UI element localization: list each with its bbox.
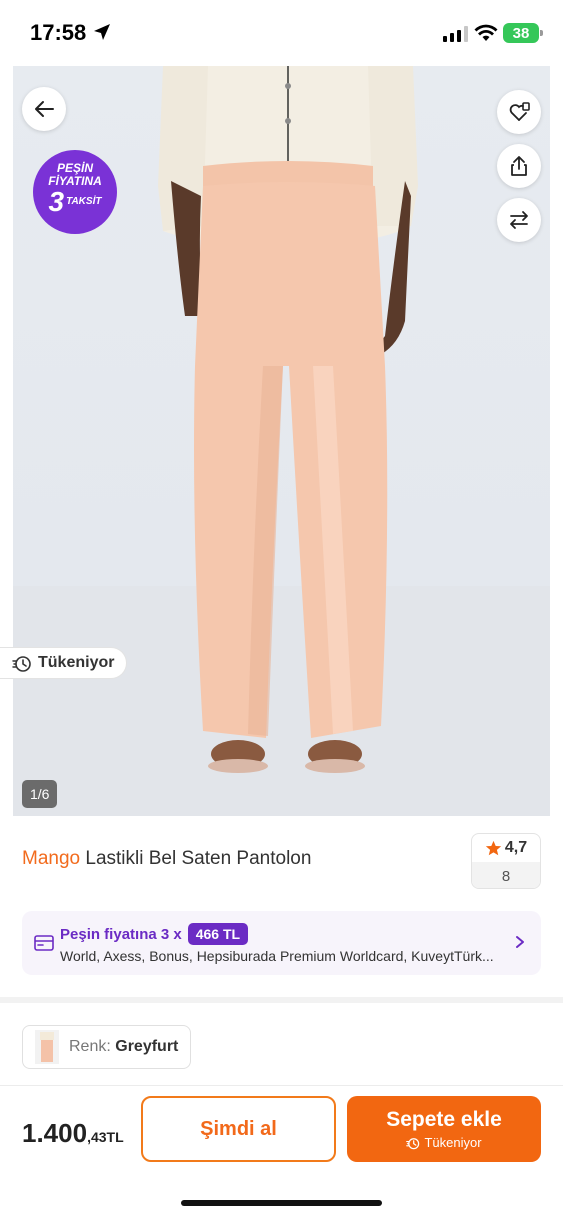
promo-number: 3 bbox=[48, 186, 65, 217]
add-to-cart-stock: Tükeniyor bbox=[424, 1135, 482, 1150]
compare-icon bbox=[510, 211, 528, 229]
color-selector[interactable]: Renk: Greyfurt bbox=[22, 1025, 191, 1069]
installment-banks: World, Axess, Bonus, Hepsiburada Premium… bbox=[60, 948, 494, 964]
add-to-favorites-button[interactable] bbox=[497, 90, 541, 134]
star-icon bbox=[485, 840, 502, 855]
price-main: 1.400 bbox=[22, 1118, 88, 1148]
compare-button[interactable] bbox=[497, 198, 541, 242]
status-bar: 17:58 38 bbox=[0, 0, 563, 66]
installment-label: Peşin fiyatına 3 x bbox=[60, 925, 182, 943]
share-icon bbox=[511, 156, 527, 176]
low-stock-chip: Tükeniyor bbox=[0, 647, 128, 679]
color-thumbnail bbox=[35, 1030, 59, 1064]
color-label: Renk: bbox=[69, 1038, 111, 1055]
add-to-cart-label: Sepete ekle bbox=[386, 1108, 502, 1131]
back-arrow-icon bbox=[35, 101, 54, 117]
product-title: Mango Lastikli Bel Saten Pantolon bbox=[22, 848, 311, 870]
wifi-icon bbox=[474, 24, 498, 41]
heart-plus-icon bbox=[509, 102, 530, 121]
installment-amount: 466 TL bbox=[187, 923, 249, 945]
battery-indicator: 38 bbox=[503, 23, 543, 43]
review-count: 8 bbox=[472, 862, 540, 888]
signal-icon bbox=[443, 26, 468, 42]
section-divider bbox=[0, 997, 563, 1003]
installment-promo-badge: PEŞİN FİYATINA 3 TAKSİT bbox=[33, 150, 117, 234]
share-button[interactable] bbox=[497, 144, 541, 188]
card-icon bbox=[34, 935, 54, 951]
stopwatch-icon bbox=[406, 1137, 420, 1149]
brand-link[interactable]: Mango bbox=[22, 848, 80, 869]
add-to-cart-button[interactable]: Sepete ekle Tükeniyor bbox=[347, 1096, 541, 1162]
status-time: 17:58 bbox=[30, 20, 87, 45]
battery-level: 38 bbox=[512, 24, 530, 42]
image-page-indicator: 1/6 bbox=[22, 780, 58, 808]
low-stock-label: Tükeniyor bbox=[38, 654, 115, 671]
promo-line-1: PEŞİN bbox=[56, 161, 93, 175]
home-indicator[interactable] bbox=[181, 1200, 382, 1206]
promo-word: TAKSİT bbox=[66, 196, 102, 207]
stopwatch-icon bbox=[12, 656, 31, 672]
rating-box[interactable]: 4,7 8 bbox=[471, 833, 541, 889]
rating-value: 4,7 bbox=[504, 839, 528, 856]
product-name: Lastikli Bel Saten Pantolon bbox=[85, 848, 312, 869]
color-value: Greyfurt bbox=[115, 1038, 179, 1055]
price: 1.400 ,43TL bbox=[22, 1118, 124, 1149]
back-button[interactable] bbox=[22, 87, 66, 131]
buy-now-button[interactable]: Şimdi al bbox=[141, 1096, 336, 1162]
promo-line-2: FİYATINA bbox=[48, 174, 102, 188]
location-arrow-icon bbox=[94, 24, 110, 40]
installment-card[interactable]: Peşin fiyatına 3 x 466 TL World, Axess, … bbox=[22, 911, 541, 975]
chevron-right-icon bbox=[516, 936, 524, 948]
price-decimals: ,43TL bbox=[87, 1129, 124, 1145]
